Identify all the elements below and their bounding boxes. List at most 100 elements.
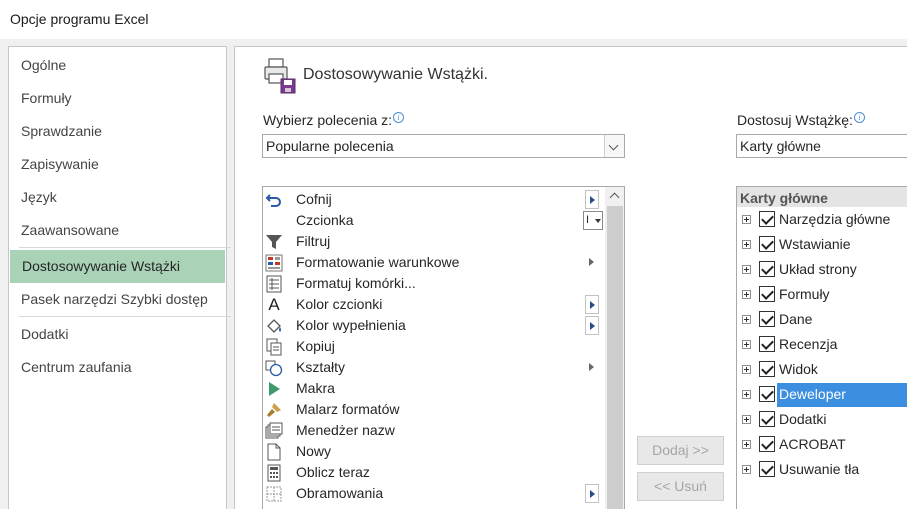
font-dropdown-control[interactable]: I — [583, 211, 603, 230]
list-item[interactable]: A Kolor czcionki — [263, 294, 603, 315]
checkbox-checked[interactable] — [759, 286, 775, 302]
shapes-icon — [265, 360, 283, 377]
list-item[interactable]: Filtruj — [263, 231, 603, 252]
expand-icon[interactable] — [742, 440, 751, 449]
list-item-label: Obramowania — [296, 485, 384, 501]
expand-icon[interactable] — [742, 240, 751, 249]
tree-item-add-ins[interactable]: Dodatki — [737, 407, 907, 432]
borders-icon — [266, 486, 282, 502]
tree-item-review[interactable]: Recenzja — [737, 332, 907, 357]
list-item[interactable]: Formatuj komórki... — [263, 273, 603, 294]
sidebar-item-trust-center[interactable]: Centrum zaufania — [9, 351, 226, 384]
sidebar-item-advanced[interactable]: Zaawansowane — [9, 214, 226, 247]
expand-icon[interactable] — [742, 465, 751, 474]
expand-icon[interactable] — [742, 415, 751, 424]
choose-commands-select[interactable]: Popularne polecenia — [262, 134, 625, 158]
sidebar-item-proofing[interactable]: Sprawdzanie — [9, 115, 226, 148]
text-cursor-icon: I — [586, 214, 590, 226]
checkbox-checked[interactable] — [759, 211, 775, 227]
list-item[interactable]: Makra — [263, 378, 603, 399]
tree-item-label: ACROBAT — [779, 436, 846, 452]
tree-item-label: Recenzja — [779, 336, 838, 352]
submenu-button[interactable] — [585, 484, 599, 503]
tree-item-view[interactable]: Widok — [737, 357, 907, 382]
checkbox-checked[interactable] — [759, 411, 775, 427]
sidebar-item-save[interactable]: Zapisywanie — [9, 148, 226, 181]
name-manager-icon — [265, 422, 283, 439]
list-item[interactable]: Formatowanie warunkowe — [263, 252, 603, 273]
sidebar-item-language[interactable]: Język — [9, 181, 226, 214]
list-item-label: Formatuj komórki... — [296, 275, 416, 291]
list-item-label: Cofnij — [296, 191, 332, 207]
undo-icon — [265, 194, 281, 207]
sidebar-item-add-ins[interactable]: Dodatki — [9, 318, 226, 351]
sidebar-divider — [19, 247, 231, 248]
checkbox-checked[interactable] — [759, 436, 775, 452]
tree-item-label: Narzędzia główne — [779, 211, 891, 227]
checkbox-checked[interactable] — [759, 386, 775, 402]
tree-item-acrobat[interactable]: ACROBAT — [737, 432, 907, 457]
chevron-right-icon — [590, 490, 595, 498]
expand-icon[interactable] — [742, 340, 751, 349]
submenu-button[interactable] — [585, 295, 599, 314]
list-item[interactable]: Menedżer nazw — [263, 420, 603, 441]
ribbon-tabs-tree[interactable]: Karty główne Narzędzia główne Wstawianie… — [736, 186, 907, 509]
customize-ribbon-icon — [264, 58, 296, 94]
choose-commands-label-text: Wybierz polecenia z: — [263, 112, 393, 128]
checkbox-checked[interactable] — [759, 461, 775, 477]
sidebar-item-general[interactable]: Ogólne — [9, 49, 226, 82]
tree-item-background-removal[interactable]: Usuwanie tła — [737, 457, 907, 482]
checkbox-checked[interactable] — [759, 261, 775, 277]
scrollbar-thumb[interactable] — [607, 206, 623, 509]
list-item[interactable]: Czcionka I — [263, 210, 603, 231]
title-bar: Opcje programu Excel — [0, 0, 907, 39]
submenu-button[interactable] — [585, 316, 599, 335]
expand-icon[interactable] — [742, 390, 751, 399]
list-item[interactable]: Oblicz teraz — [263, 462, 603, 483]
expand-icon[interactable] — [742, 215, 751, 224]
list-item[interactable]: Kolor wypełnienia — [263, 315, 603, 336]
options-sidebar: Ogólne Formuły Sprawdzanie Zapisywanie J… — [8, 46, 231, 509]
list-item-label: Kolor wypełnienia — [296, 317, 406, 333]
checkbox-checked[interactable] — [759, 311, 775, 327]
sidebar-item-formulas[interactable]: Formuły — [9, 82, 226, 115]
list-item[interactable]: Obramowania — [263, 483, 603, 504]
sidebar-item-customize-ribbon[interactable]: Dostosowywanie Wstążki — [10, 250, 225, 283]
info-icon: i — [853, 112, 865, 123]
list-item[interactable]: Nowy — [263, 441, 603, 462]
customize-ribbon-value: Karty główne — [740, 138, 821, 154]
chevron-down-icon[interactable] — [604, 135, 624, 157]
checkbox-checked[interactable] — [759, 361, 775, 377]
tree-item-data[interactable]: Dane — [737, 307, 907, 332]
scroll-up-icon[interactable] — [605, 187, 624, 205]
tree-item-formulas[interactable]: Formuły — [737, 282, 907, 307]
checkbox-checked[interactable] — [759, 236, 775, 252]
tree-item-developer[interactable]: Deweloper — [737, 382, 907, 407]
list-item[interactable]: Kształty — [263, 357, 603, 378]
expand-icon[interactable] — [742, 290, 751, 299]
tree-item-home[interactable]: Narzędzia główne — [737, 207, 907, 232]
calculator-icon — [267, 464, 281, 482]
list-item[interactable]: Cofnij — [263, 189, 603, 210]
expand-icon[interactable] — [742, 265, 751, 274]
tree-item-insert[interactable]: Wstawianie — [737, 232, 907, 257]
tree-item-page-layout[interactable]: Układ strony — [737, 257, 907, 282]
page-title: Dostosowywanie Wstążki. — [303, 66, 488, 83]
expand-icon[interactable] — [742, 315, 751, 324]
tree-item-label: Układ strony — [779, 261, 857, 277]
remove-button[interactable]: << Usuń — [637, 472, 724, 501]
add-button[interactable]: Dodaj >> — [637, 436, 724, 465]
customize-ribbon-select[interactable]: Karty główne — [736, 134, 907, 158]
checkbox-checked[interactable] — [759, 336, 775, 352]
submenu-button[interactable] — [585, 190, 599, 209]
list-item[interactable]: Malarz formatów — [263, 399, 603, 420]
format-painter-icon — [267, 403, 281, 417]
expand-icon[interactable] — [742, 365, 751, 374]
list-item[interactable]: Kopiuj — [263, 336, 603, 357]
list-item-label: Makra — [296, 380, 335, 396]
sidebar-item-quick-access-toolbar[interactable]: Pasek narzędzi Szybki dostęp — [9, 283, 226, 316]
list-item-label: Oblicz teraz — [296, 464, 370, 480]
commands-list[interactable]: Cofnij Czcionka I Filtruj Formatowanie w… — [262, 186, 625, 509]
commands-scrollbar[interactable] — [605, 187, 624, 509]
window-title: Opcje programu Excel — [10, 11, 149, 27]
